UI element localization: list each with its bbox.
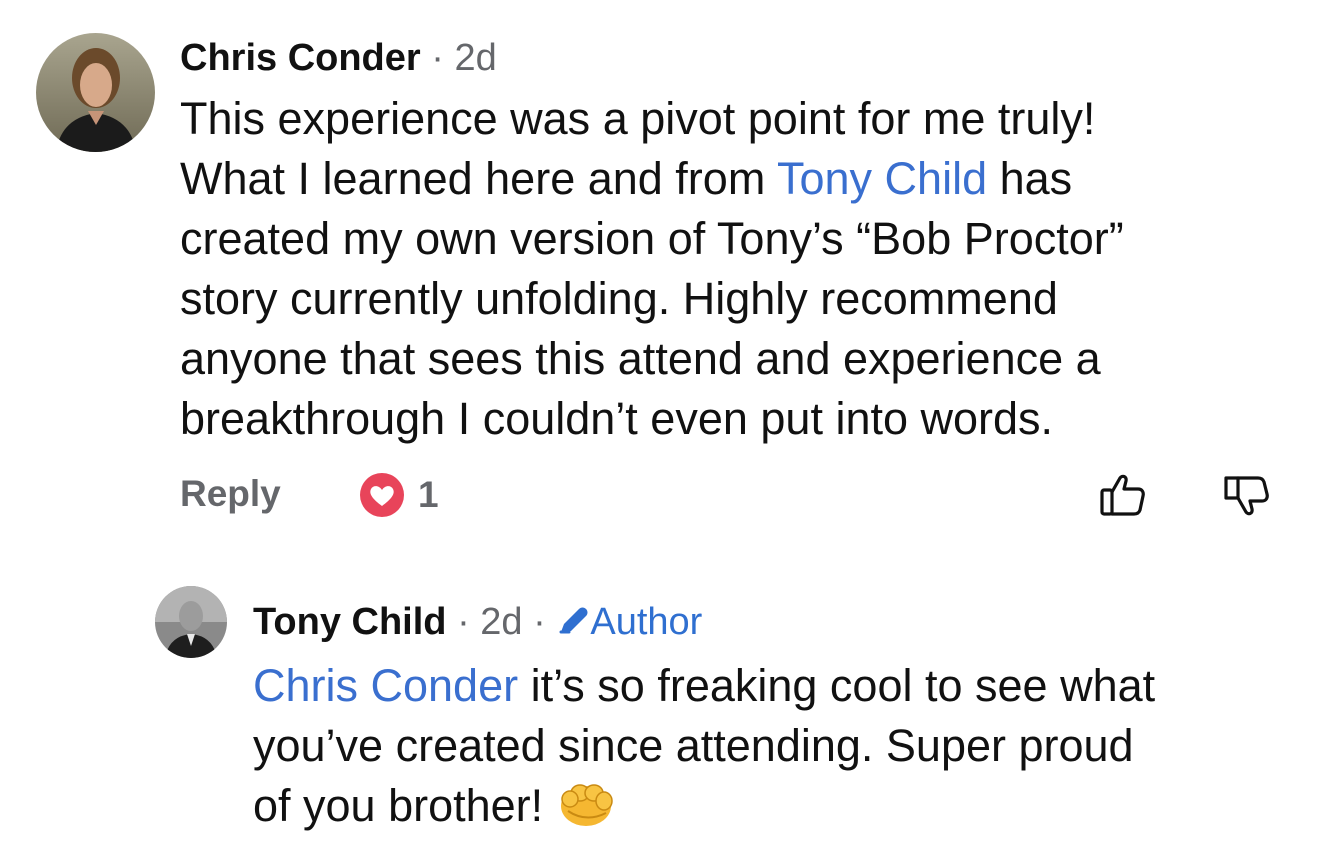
author-badge: Author — [556, 601, 702, 643]
avatar-photo — [36, 33, 155, 152]
avatar-photo — [155, 586, 227, 658]
avatar-tony-child[interactable] — [155, 586, 227, 658]
reaction-summary[interactable]: 1 — [358, 471, 439, 519]
comment-line: story currently unfolding. Highly recomm… — [180, 273, 1058, 324]
comment-text: has — [987, 153, 1073, 204]
reply-text: of you brother! — [253, 780, 556, 831]
comment-thread: Chris Conder · 2d This experience was a … — [0, 0, 1319, 849]
comment-line: anyone that sees this attend and experie… — [180, 333, 1101, 384]
comment-timestamp[interactable]: 2d — [454, 37, 496, 79]
comment-header: Chris Conder · 2d — [180, 36, 497, 80]
reply-line: you’ve created since attending. Super pr… — [253, 720, 1134, 771]
comment-line: This experience was a pivot point for me… — [180, 93, 1096, 144]
heart-reaction-icon — [360, 473, 404, 517]
reaction-count: 1 — [418, 474, 439, 515]
comment-author-name[interactable]: Chris Conder — [180, 37, 421, 79]
thumbs-up-icon[interactable] — [1098, 470, 1148, 520]
comment-line: breakthrough I couldn’t even put into wo… — [180, 393, 1054, 444]
comment-line: created my own version of Tony’s “Bob Pr… — [180, 213, 1124, 264]
author-badge-label: Author — [590, 601, 703, 643]
comment-line: What I learned here and from Tony Child … — [180, 149, 1124, 209]
reply-header: Tony Child · 2d · Author — [253, 600, 702, 644]
reply-timestamp[interactable]: 2d — [480, 601, 522, 643]
reply-button[interactable]: Reply — [180, 472, 281, 516]
mention-link-tony-child[interactable]: Tony Child — [777, 153, 987, 204]
reply-line: Chris Conder it’s so freaking cool to se… — [253, 656, 1155, 716]
avatar-chris-conder[interactable] — [36, 33, 155, 152]
fist-bump-emoji — [560, 784, 613, 826]
reply-body: Chris Conder it’s so freaking cool to se… — [253, 656, 1155, 836]
mention-link-chris-conder[interactable]: Chris Conder — [253, 660, 518, 711]
reply-author-name[interactable]: Tony Child — [253, 601, 447, 643]
reply-text: it’s so freaking cool to see what — [518, 660, 1156, 711]
separator-dot: · — [457, 601, 470, 643]
comment-text: What I learned here and from — [180, 153, 777, 204]
pencil-icon — [559, 607, 588, 634]
comment-body: This experience was a pivot point for me… — [180, 89, 1124, 449]
thumbs-down-icon[interactable] — [1222, 470, 1272, 520]
separator-dot: · — [533, 601, 546, 643]
separator-dot: · — [431, 37, 444, 79]
reply-line: of you brother! — [253, 776, 1155, 836]
